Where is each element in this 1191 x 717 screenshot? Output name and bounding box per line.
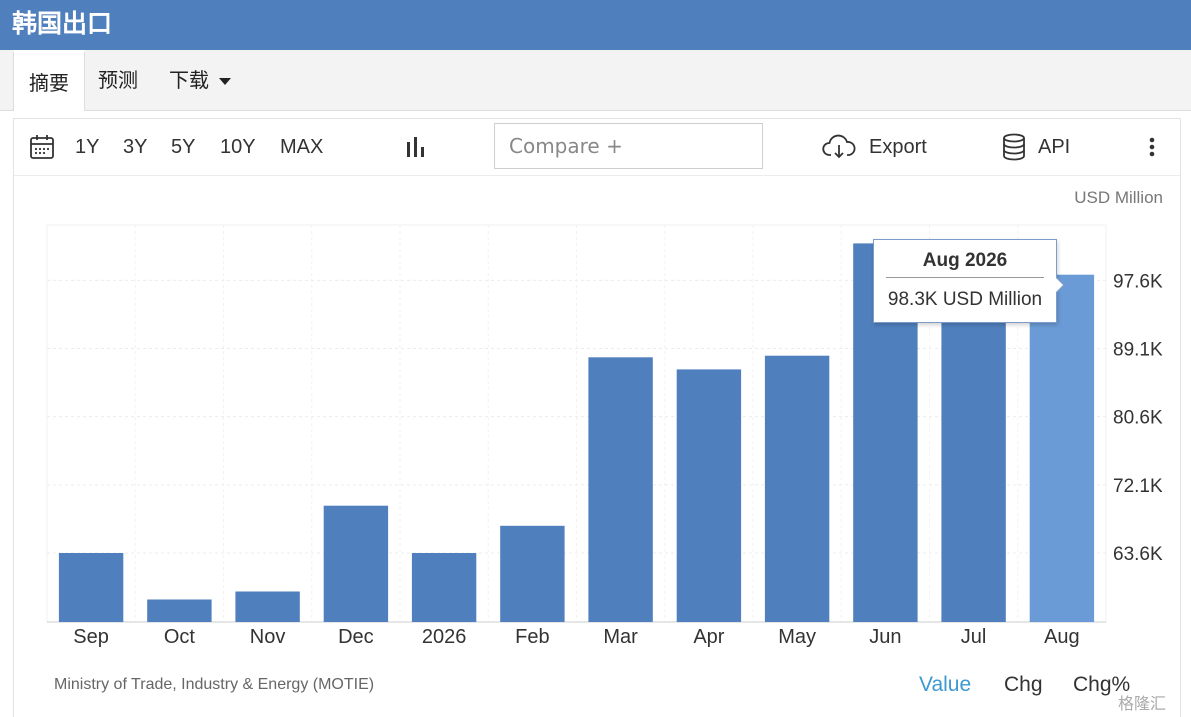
bar-apr[interactable] bbox=[676, 369, 742, 622]
data-tooltip: Aug 2026 98.3K USD Million bbox=[873, 239, 1065, 323]
y-tick-label: 63.6K bbox=[1113, 544, 1163, 565]
x-tick-label: May bbox=[778, 626, 816, 648]
bar-nov[interactable] bbox=[235, 591, 300, 623]
bar-dec[interactable] bbox=[323, 505, 389, 622]
y-tick-label: 89.1K bbox=[1113, 340, 1163, 361]
x-tick-label: Dec bbox=[338, 626, 374, 648]
tooltip-title: Aug 2026 bbox=[886, 250, 1044, 278]
bar-feb[interactable] bbox=[500, 525, 565, 622]
x-tick-label: Oct bbox=[164, 626, 196, 648]
mode-chg-button[interactable]: Chg bbox=[1004, 673, 1043, 697]
x-tick-label: 2026 bbox=[422, 626, 467, 648]
bar-aug[interactable] bbox=[1029, 274, 1095, 622]
x-tick-label: Jun bbox=[869, 626, 901, 648]
x-tick-label: Nov bbox=[250, 626, 286, 648]
bar-2026[interactable] bbox=[411, 553, 477, 622]
y-tick-label: 80.6K bbox=[1113, 408, 1163, 429]
x-tick-label: Apr bbox=[693, 626, 724, 648]
x-tick-label: Aug bbox=[1044, 626, 1080, 648]
watermark: 格隆汇 bbox=[1118, 694, 1167, 713]
bar-chart: USD Million Sep Oct Nov Dec 2026 Feb Mar Apr May… bbox=[46, 188, 1163, 648]
y-tick-label: 97.6K bbox=[1113, 271, 1163, 292]
bar-sep[interactable] bbox=[58, 553, 124, 622]
bar-may[interactable] bbox=[764, 355, 830, 622]
bar-mar[interactable] bbox=[588, 357, 653, 622]
x-tick-label: Mar bbox=[603, 626, 638, 648]
x-tick-label: Feb bbox=[515, 626, 549, 648]
source-label: Ministry of Trade, Industry & Energy (MO… bbox=[54, 676, 375, 693]
y-tick-label: 72.1K bbox=[1113, 476, 1163, 497]
unit-label: USD Million bbox=[1074, 188, 1163, 207]
tooltip-pointer-inner bbox=[1055, 277, 1063, 293]
mode-value-button[interactable]: Value bbox=[919, 673, 971, 697]
tooltip-value: 98.3K USD Million bbox=[887, 289, 1043, 310]
bar-oct[interactable] bbox=[147, 599, 212, 623]
x-tick-label: Sep bbox=[73, 626, 109, 648]
x-tick-label: Jul bbox=[961, 626, 987, 648]
